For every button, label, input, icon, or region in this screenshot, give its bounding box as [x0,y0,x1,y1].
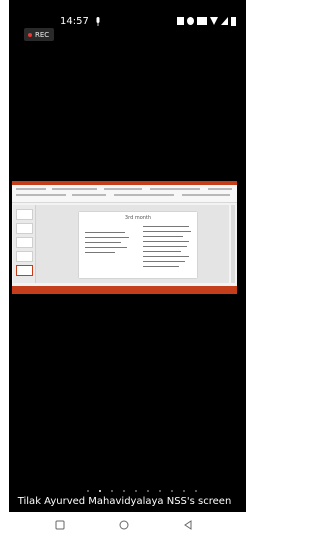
screen: 14:57 REC 3rd month Tilak Ayurved Mahavi… [0,0,249,538]
slide-canvas: 3rd month [36,205,229,283]
rec-badge[interactable]: REC [24,28,55,41]
alarm-icon [187,17,194,25]
page-dot [159,490,161,492]
scrollbar[interactable] [231,205,235,283]
slide: 3rd month [79,212,197,278]
screen-share-caption: Tilak Ayurved Mahavidyalaya NSS's screen [17,496,232,507]
slide-thumbnail-active [16,265,33,276]
navigation-bar [0,512,249,538]
battery-icon [231,17,236,26]
page-dot [195,490,197,492]
page-dot [147,490,149,492]
slide-thumbnail [16,251,33,262]
home-icon[interactable] [119,520,129,530]
slide-thumbnail [16,237,33,248]
shared-screen[interactable]: 3rd month [12,181,237,294]
back-icon[interactable] [183,520,193,530]
page-dot [183,490,185,492]
status-icons [177,17,236,26]
slide-thumbnail [16,223,33,234]
signal-icon [221,17,228,25]
page-dot [123,490,125,492]
app-status-bar [12,286,237,294]
page-dot [171,490,173,492]
page-indicator [87,490,197,494]
app-body: 3rd month [12,203,237,285]
page-dot [135,490,137,492]
volte-icon [197,17,207,25]
slide-thumbnail [16,209,33,220]
nfc-icon [177,17,184,25]
wifi-icon [210,17,218,25]
mic-icon [96,17,100,26]
page-dot [87,490,89,492]
page-dot-active [99,490,101,492]
app-ribbon [12,185,237,203]
slide-thumbnails [13,205,36,283]
status-time: 14:57 [60,16,89,27]
page-dot [111,490,113,492]
slide-title: 3rd month [124,215,152,221]
record-dot-icon [28,33,32,37]
recent-apps-icon[interactable] [55,520,65,530]
rec-label: REC [35,30,50,39]
